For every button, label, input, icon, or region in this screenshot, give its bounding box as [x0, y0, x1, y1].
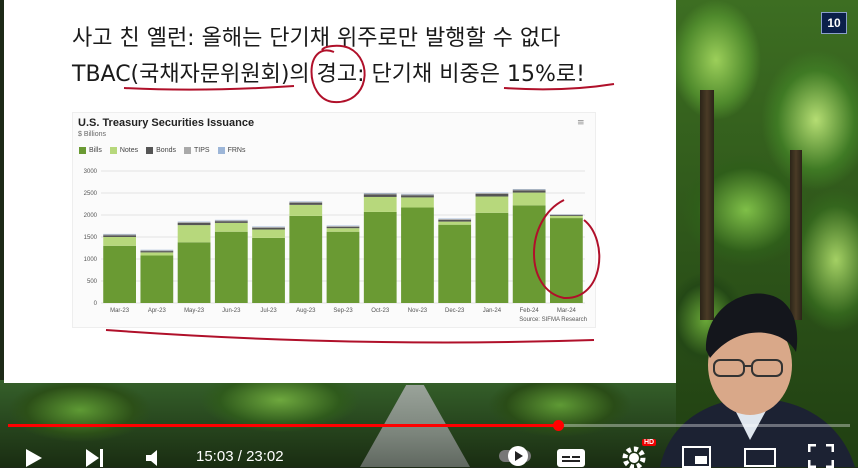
bar-bills-aug-23[interactable] [289, 216, 322, 303]
bar-tips-oct-23[interactable] [364, 193, 397, 194]
bar-notes-aug-23[interactable] [289, 205, 322, 216]
bar-bonds-mar-24[interactable] [550, 215, 583, 216]
bar-tips-jul-23[interactable] [252, 227, 285, 228]
slide-title-line-2: TBAC(국채자문위원회)의 경고: 단기채 비중은 15%로! [72, 56, 662, 88]
slide-title-line-1: 사고 친 옐런: 올해는 단기채 위주로만 발행할 수 없다 [72, 20, 662, 52]
bar-notes-jul-23[interactable] [252, 230, 285, 238]
presentation-slide: 사고 친 옐런: 올해는 단기채 위주로만 발행할 수 없다 TBAC(국채자문… [4, 0, 676, 383]
bar-bills-sep-23[interactable] [327, 232, 360, 303]
bar-bonds-nov-23[interactable] [401, 195, 434, 197]
settings-gear-icon[interactable] [622, 446, 648, 468]
x-tick-label: Jan-24 [483, 308, 502, 314]
hd-badge: HD [642, 439, 656, 446]
bar-notes-sep-23[interactable] [327, 228, 360, 232]
miniplayer-icon[interactable] [682, 446, 712, 468]
x-tick-label: Feb-24 [520, 308, 540, 314]
y-tick-label: 500 [87, 279, 98, 285]
x-tick-label: Jul-23 [260, 308, 277, 314]
y-tick-label: 2500 [84, 191, 98, 197]
player-controls [0, 436, 858, 467]
bar-bonds-dec-23[interactable] [438, 220, 471, 222]
bar-tips-nov-23[interactable] [401, 194, 434, 195]
bar-tips-may-23[interactable] [178, 222, 211, 223]
play-icon[interactable] [24, 448, 44, 468]
bar-notes-jun-23[interactable] [215, 223, 248, 232]
y-tick-label: 3000 [84, 169, 98, 175]
bar-notes-may-23[interactable] [178, 225, 211, 242]
bar-tips-feb-24[interactable] [513, 189, 546, 190]
bar-bills-jul-23[interactable] [252, 238, 285, 303]
subtitles-icon[interactable] [556, 448, 586, 467]
bar-bills-mar-24[interactable] [550, 218, 583, 303]
bar-tips-jan-24[interactable] [476, 193, 509, 194]
chart-source: Source: SIFMA Research [519, 317, 587, 323]
bar-bills-apr-23[interactable] [140, 255, 173, 303]
time-current: 15:03 [196, 448, 234, 465]
bar-bonds-mar-23[interactable] [103, 235, 136, 237]
y-tick-label: 2000 [84, 213, 98, 219]
bar-tips-apr-23[interactable] [140, 250, 173, 251]
bar-bills-dec-23[interactable] [438, 225, 471, 303]
chart-plot: 0 500 1000 1500 2000 2500 3000 Mar-23 Apr-23 May-… [73, 113, 595, 327]
bar-tips-mar-23[interactable] [103, 234, 136, 235]
bar-bonds-aug-23[interactable] [289, 203, 322, 205]
bar-bonds-may-23[interactable] [178, 223, 211, 225]
bar-bills-feb-24[interactable] [513, 205, 546, 303]
y-tick-label: 1500 [84, 235, 98, 241]
bar-bonds-jun-23[interactable] [215, 221, 248, 223]
bar-notes-dec-23[interactable] [438, 222, 471, 225]
volume-icon[interactable] [144, 448, 166, 468]
x-tick-label: Mar-24 [557, 308, 577, 314]
fullscreen-icon[interactable] [808, 444, 834, 468]
bar-bills-nov-23[interactable] [401, 208, 434, 303]
underline-chart [106, 330, 594, 342]
autoplay-toggle-icon[interactable] [498, 444, 532, 467]
bar-tips-dec-23[interactable] [438, 219, 471, 220]
progress-bar[interactable] [8, 424, 850, 427]
bar-tips-aug-23[interactable] [289, 202, 322, 203]
x-tick-label: Jun-23 [222, 308, 241, 314]
next-icon[interactable] [84, 448, 106, 468]
x-tick-label: Apr-23 [148, 308, 167, 314]
x-tick-label: Mar-23 [110, 308, 130, 314]
bar-notes-oct-23[interactable] [364, 197, 397, 212]
x-tick-label: Nov-23 [408, 308, 428, 314]
x-tick-label: Dec-23 [445, 308, 465, 314]
progress-played [8, 424, 558, 427]
page-number-badge: 10 [821, 12, 847, 34]
bar-notes-nov-23[interactable] [401, 197, 434, 207]
bar-bonds-apr-23[interactable] [140, 251, 173, 252]
bar-tips-jun-23[interactable] [215, 220, 248, 221]
bar-notes-apr-23[interactable] [140, 252, 173, 255]
bar-bills-mar-23[interactable] [103, 246, 136, 303]
bar-bonds-oct-23[interactable] [364, 194, 397, 197]
bar-bills-jun-23[interactable] [215, 232, 248, 303]
y-tick-label: 0 [94, 301, 98, 307]
x-tick-label: Sep-23 [333, 308, 353, 314]
x-tick-label: Oct-23 [371, 308, 390, 314]
time-separator: / [234, 448, 247, 465]
time-display: 15:03 / 23:02 [196, 448, 284, 465]
bar-bonds-sep-23[interactable] [327, 227, 360, 228]
scrubber-handle[interactable] [553, 420, 564, 431]
bar-bonds-jan-24[interactable] [476, 194, 509, 197]
y-tick-label: 1000 [84, 257, 98, 263]
time-total: 23:02 [246, 448, 284, 465]
bar-notes-jan-24[interactable] [476, 197, 509, 213]
bar-notes-mar-24[interactable] [550, 216, 583, 218]
bar-bills-oct-23[interactable] [364, 212, 397, 303]
treasury-issuance-chart: U.S. Treasury Securities Issuance $ Bill… [72, 112, 596, 328]
x-tick-label: May-23 [184, 308, 205, 314]
bar-notes-mar-23[interactable] [103, 237, 136, 246]
bar-tips-sep-23[interactable] [327, 226, 360, 227]
bar-bonds-jul-23[interactable] [252, 228, 285, 230]
bar-bonds-feb-24[interactable] [513, 190, 546, 192]
bar-bills-jan-24[interactable] [476, 213, 509, 303]
theater-mode-icon[interactable] [744, 446, 776, 468]
bar-notes-feb-24[interactable] [513, 193, 546, 206]
bar-bills-may-23[interactable] [178, 242, 211, 303]
x-tick-label: Aug-23 [296, 308, 316, 314]
